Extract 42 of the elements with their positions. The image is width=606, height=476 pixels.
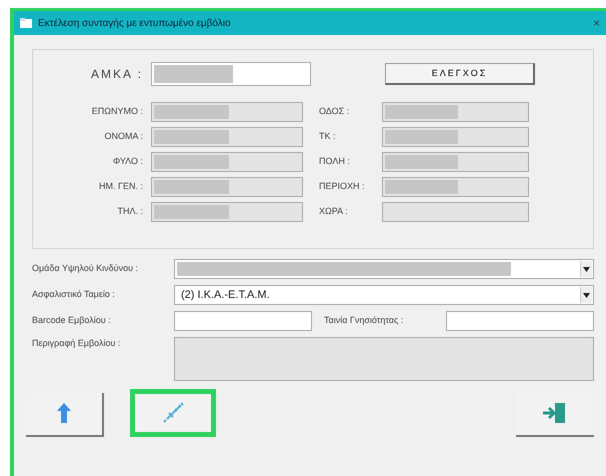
text-field[interactable]: [382, 177, 529, 197]
field-label: ΦΥΛΟ :: [112, 155, 143, 168]
field-label: Ομάδα Υψηλού Κινδύνου :: [32, 262, 140, 276]
text-field[interactable]: [382, 202, 529, 222]
text-field[interactable]: [151, 152, 303, 172]
check-button[interactable]: ΕΛΕΓΧΟΣ: [385, 63, 535, 85]
field-label: Barcode Εμβολίου :: [32, 314, 112, 328]
field-label: ΕΠΩΝΥΜΟ :: [90, 105, 143, 118]
field-label: ΠΟΛΗ :: [319, 155, 351, 168]
field-label: ΤΗΛ. :: [116, 205, 143, 218]
barcode-field[interactable]: [174, 311, 312, 331]
dropdown-arrow-button[interactable]: [580, 287, 592, 303]
text-field[interactable]: [382, 127, 529, 147]
text-field[interactable]: [151, 127, 303, 147]
dropdown-arrow-button[interactable]: [580, 261, 592, 277]
field-label: ΟΔΟΣ :: [319, 105, 350, 118]
text-field[interactable]: [382, 102, 529, 122]
close-button[interactable]: ×: [592, 14, 600, 32]
text-field[interactable]: [151, 102, 303, 122]
dropdown-value: (2) I.K.A.-E.T.A.M.: [181, 288, 270, 303]
field-label: ΟΝΟΜΑ :: [103, 130, 143, 144]
caret-icon: [583, 292, 590, 298]
field-label: Ασφαλιστικό Ταμείο :: [32, 288, 116, 302]
dropdown[interactable]: (2) I.K.A.-E.T.A.M.: [174, 285, 594, 305]
window-title: Εκτέλεση συνταγής με εντυπωμένο εμβόλιο: [38, 16, 231, 30]
toolbar-button[interactable]: [130, 389, 216, 437]
field-label: ΗΜ. ΓΕΝ. :: [98, 180, 143, 194]
text-field[interactable]: [151, 177, 303, 197]
field-label: ΤΚ :: [319, 130, 337, 144]
syringe-icon: [161, 401, 185, 425]
field-label: ΠΕΡΙΟΧΗ :: [319, 180, 366, 194]
field-label: ΧΩΡΑ :: [319, 205, 349, 218]
text-field[interactable]: [382, 152, 529, 172]
window-icon: [20, 18, 32, 28]
field-label: ΑΜΚΑ :: [90, 66, 143, 83]
seal-field[interactable]: [446, 311, 594, 331]
amka-field[interactable]: [151, 62, 311, 86]
field-label: Περιγραφή Εμβολίου :: [32, 337, 122, 350]
text-field[interactable]: [151, 202, 303, 222]
caret-icon: [583, 266, 590, 272]
field-label: Ταινία Γνησιότητας :: [324, 314, 404, 328]
upload-arrow-icon: [56, 402, 72, 426]
